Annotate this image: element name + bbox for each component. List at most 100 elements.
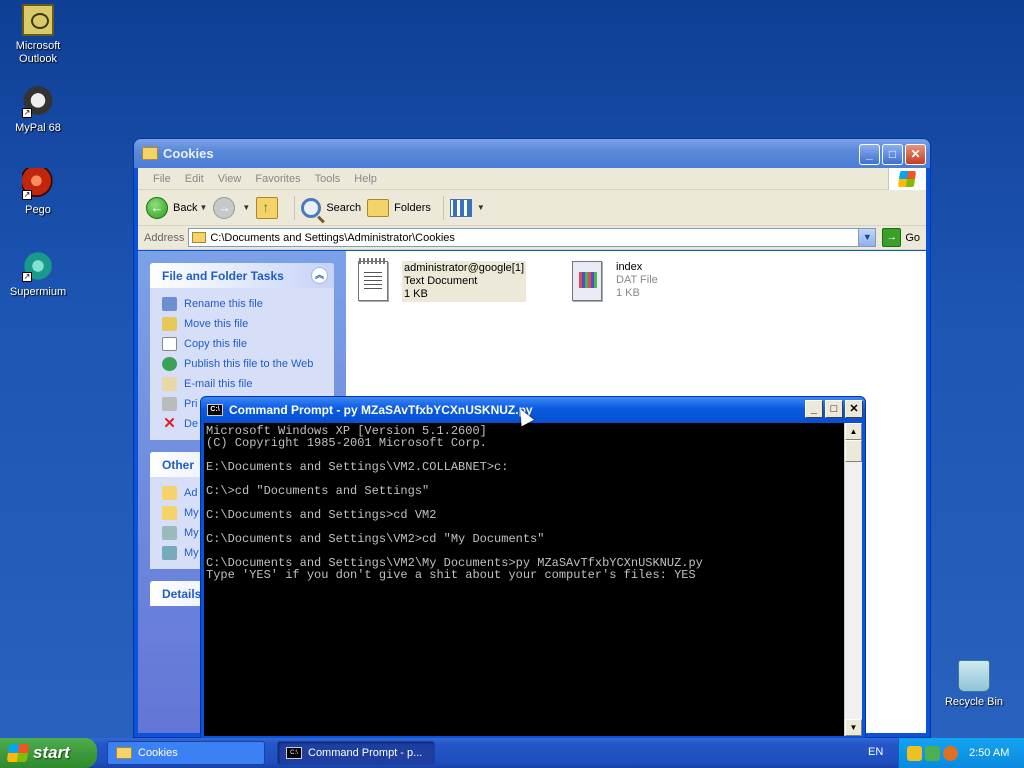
desktop-icon-label: Supermium (9, 286, 67, 298)
task-label: Ad (184, 487, 198, 499)
chevron-down-icon[interactable]: ▼ (242, 203, 250, 212)
up-button[interactable] (256, 196, 282, 219)
file-type: Text Document (404, 275, 478, 287)
menu-tools[interactable]: Tools (308, 173, 348, 185)
folder-icon (162, 506, 177, 520)
taskbar-button-cookies[interactable]: Cookies (107, 741, 265, 765)
file-item[interactable]: index DAT File 1 KB (572, 261, 658, 301)
taskbar-button-cmd[interactable]: C:\ Command Prompt - p... (277, 741, 435, 765)
network-icon (162, 546, 177, 560)
command-prompt-window[interactable]: C:\ Command Prompt - py MZaSAvTfxbYCXnUS… (200, 396, 866, 740)
menu-view[interactable]: View (211, 173, 249, 185)
task-rename[interactable]: Rename this file (162, 294, 326, 314)
chevron-down-icon[interactable]: ▼ (199, 203, 207, 212)
network-icon[interactable] (925, 745, 940, 761)
security-shield-icon[interactable] (907, 745, 922, 761)
forward-button[interactable]: → ▼ (213, 196, 250, 219)
clock[interactable]: 2:50 AM (969, 747, 1009, 759)
task-label: E-mail this file (184, 378, 253, 390)
explorer-title-bar[interactable]: Cookies _ □ ✕ (134, 139, 930, 168)
collapse-chevron-icon[interactable]: ︽ (311, 267, 328, 284)
console-line: Type 'YES' if you don't give a shit abou… (206, 568, 696, 582)
minimize-button[interactable]: _ (805, 400, 823, 418)
search-button[interactable]: Search (301, 197, 362, 218)
address-label: Address (144, 231, 185, 244)
vertical-scrollbar[interactable]: ▲ ▼ (844, 423, 862, 736)
desktop-icon-supermium[interactable]: ↗ Supermium (0, 250, 76, 299)
windows-logo-icon (888, 168, 926, 190)
recycle-bin-icon (958, 660, 990, 692)
desktop-icon-pego[interactable]: ↗ Pego (0, 168, 76, 217)
desktop-icon-label: Outlook (19, 53, 57, 65)
panel-title: Details (162, 586, 202, 601)
forward-arrow-icon: → (213, 196, 236, 219)
maximize-button[interactable]: □ (882, 144, 903, 165)
task-move[interactable]: Move this file (162, 314, 326, 334)
task-label: My (184, 507, 199, 519)
close-button[interactable]: ✕ (905, 144, 926, 165)
task-publish[interactable]: Publish this file to the Web (162, 354, 326, 374)
address-bar: Address C:\Documents and Settings\Admini… (138, 226, 926, 250)
address-dropdown-button[interactable]: ▼ (858, 229, 876, 246)
task-label: Pri (184, 398, 198, 410)
taskbar-button-label: Command Prompt - p... (308, 747, 423, 759)
file-item[interactable]: administrator@google[1] Text Document 1 … (358, 258, 527, 302)
close-button[interactable]: ✕ (845, 400, 863, 418)
go-button[interactable]: → Go (882, 228, 920, 247)
start-label: start (33, 743, 70, 762)
desktop-icon-label: Recycle Bin (944, 696, 1004, 708)
search-icon[interactable] (943, 745, 958, 761)
menu-file[interactable]: File (146, 173, 178, 185)
address-value: C:\Documents and Settings\Administrator\… (210, 231, 455, 244)
console-output[interactable]: Microsoft Windows XP [Version 5.1.2600] … (204, 423, 844, 736)
file-name: administrator@google[1] (404, 262, 525, 274)
globe-icon (162, 357, 177, 371)
task-copy[interactable]: Copy this file (162, 334, 326, 354)
supermium-icon: ↗ (22, 250, 54, 282)
scroll-thumb[interactable] (845, 440, 862, 462)
windows-logo-icon (6, 744, 30, 762)
dat-file-icon (572, 261, 602, 301)
console-line: C:\Documents and Settings\VM2>cd "My Doc… (206, 532, 545, 546)
maximize-button[interactable]: □ (825, 400, 843, 418)
file-folder-tasks-header[interactable]: File and Folder Tasks ︽ (150, 263, 334, 288)
minimize-button[interactable]: _ (859, 144, 880, 165)
shortcut-arrow-icon: ↗ (22, 108, 32, 118)
toolbar: ← Back ▼ → ▼ Search Folders ▼ (138, 190, 926, 226)
scroll-up-button[interactable]: ▲ (845, 423, 862, 440)
folders-button[interactable]: Folders (367, 198, 431, 217)
delete-x-icon: ✕ (163, 415, 176, 432)
task-email[interactable]: E-mail this file (162, 374, 326, 394)
email-icon (162, 377, 177, 391)
menu-bar: File Edit View Favorites Tools Help (138, 168, 926, 190)
menu-help[interactable]: Help (347, 173, 384, 185)
desktop-icon-recycle-bin[interactable]: Recycle Bin (936, 660, 1012, 709)
views-icon (449, 198, 472, 217)
move-icon (162, 317, 177, 331)
task-label: Rename this file (184, 298, 263, 310)
start-button[interactable]: start (0, 738, 97, 768)
cmd-icon: C:\ (207, 404, 223, 416)
system-tray: 2:50 AM (898, 738, 1024, 768)
chevron-down-icon[interactable]: ▼ (477, 203, 485, 212)
task-label: Move this file (184, 318, 249, 330)
panel-title: File and Folder Tasks (162, 268, 284, 283)
menu-edit[interactable]: Edit (178, 173, 211, 185)
file-size: 1 KB (404, 288, 428, 300)
search-label: Search (326, 201, 362, 214)
menu-favorites[interactable]: Favorites (248, 173, 307, 185)
copy-icon (162, 337, 177, 351)
language-indicator[interactable]: EN (868, 746, 883, 758)
task-label: Copy this file (184, 338, 247, 350)
views-button[interactable]: ▼ (449, 198, 485, 217)
scroll-down-button[interactable]: ▼ (845, 719, 862, 736)
folders-icon (367, 198, 390, 217)
desktop-icon-outlook[interactable]: Microsoft Outlook (0, 4, 76, 66)
desktop-icon-label: Pego (25, 204, 51, 216)
back-button[interactable]: ← Back ▼ (146, 196, 207, 219)
console-line: C:\Documents and Settings>cd VM2 (206, 508, 437, 522)
desktop-icon-label: Microsoft (15, 40, 61, 52)
desktop-icon-mypal[interactable]: ↗ MyPal 68 (0, 86, 76, 135)
address-input[interactable]: C:\Documents and Settings\Administrator\… (188, 228, 877, 247)
back-label: Back (173, 201, 198, 214)
